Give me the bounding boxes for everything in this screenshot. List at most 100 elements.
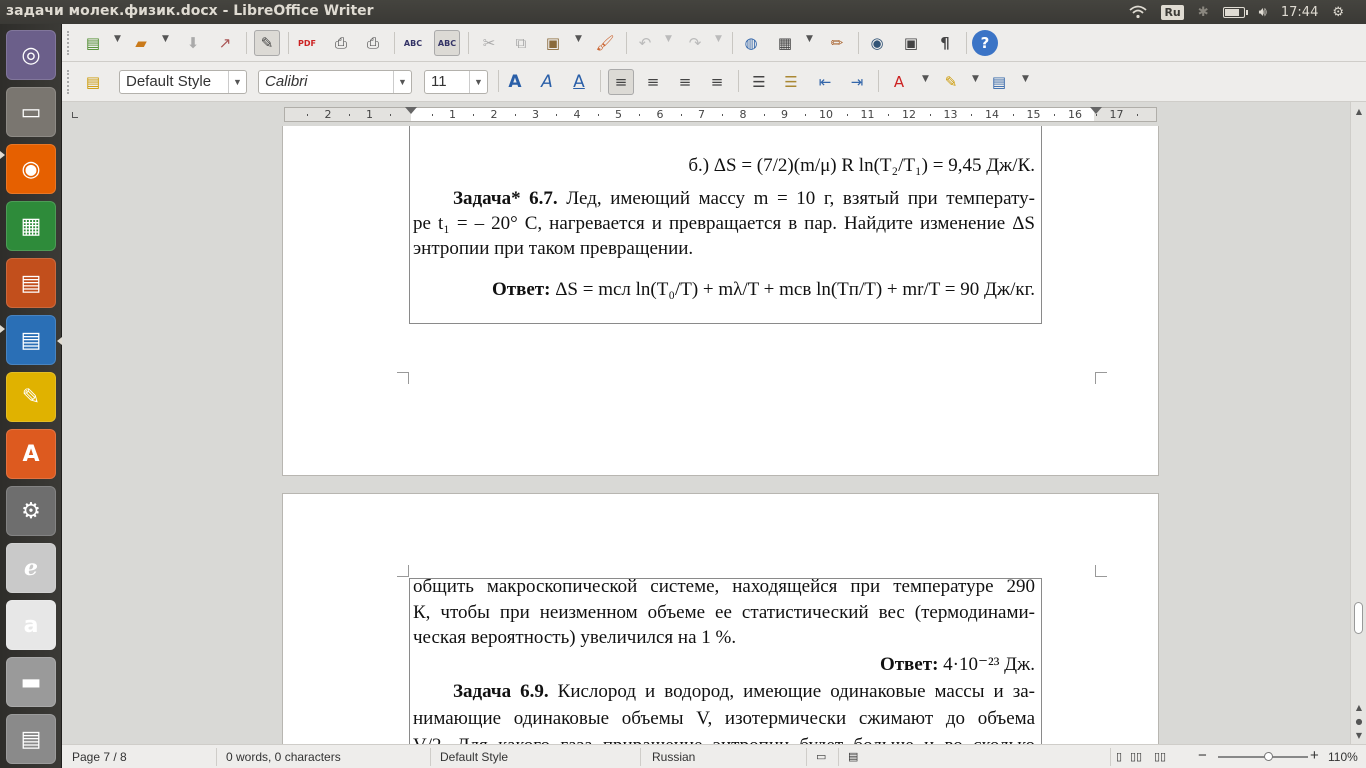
vertical-scrollbar[interactable]: ▲ ▲ ● ▼: [1350, 102, 1366, 744]
zoom-in-icon[interactable]: +: [1310, 747, 1319, 764]
tab-stop-selector[interactable]: [72, 112, 78, 118]
align-left-icon[interactable]: ≡: [608, 69, 634, 95]
spellcheck-icon[interactable]: ABC: [400, 30, 426, 56]
save-icon[interactable]: ⬇: [180, 30, 206, 56]
redo-dropdown-icon[interactable]: ▼: [715, 34, 722, 44]
embedded-scan-image-2[interactable]: общить макроскопической системе, находящ…: [409, 578, 1042, 744]
bluetooth-icon[interactable]: ✱: [1198, 5, 1209, 20]
embedded-scan-image-1[interactable]: б.) ΔS = (7/2)(m/μ) R ln(T₂/T₁) = 9,45 Д…: [409, 126, 1042, 324]
launcher-drive-icon[interactable]: ▬: [6, 657, 56, 707]
export-pdf-icon[interactable]: PDF: [294, 30, 320, 56]
paste-icon[interactable]: ▣: [540, 30, 566, 56]
single-page-view-icon[interactable]: ▯: [1116, 750, 1122, 763]
language[interactable]: Russian: [652, 750, 695, 764]
page-style[interactable]: Default Style: [440, 750, 508, 764]
autospellcheck-icon[interactable]: ABC: [434, 30, 460, 56]
help-icon[interactable]: ?: [972, 30, 998, 56]
justify-icon[interactable]: ≡: [704, 69, 730, 95]
numbering-icon[interactable]: ☰: [746, 69, 772, 95]
copy-icon[interactable]: ⧉: [508, 30, 534, 56]
cut-icon[interactable]: ✂: [476, 30, 502, 56]
zoom-out-icon[interactable]: −: [1198, 747, 1207, 764]
font-color-icon[interactable]: A: [886, 69, 912, 95]
book-view-icon[interactable]: ▯▯: [1154, 750, 1166, 763]
italic-icon[interactable]: A: [534, 69, 560, 95]
align-right-icon[interactable]: ≡: [672, 69, 698, 95]
new-document-icon[interactable]: ▤: [80, 30, 106, 56]
launcher-settings-icon[interactable]: ⚙: [6, 486, 56, 536]
styles-and-formatting-icon[interactable]: ▤: [80, 69, 106, 95]
undo-dropdown-icon[interactable]: ▼: [665, 34, 672, 44]
bullets-icon[interactable]: ☰: [778, 69, 804, 95]
wifi-icon[interactable]: [1129, 5, 1148, 19]
page-indicator[interactable]: Page 7 / 8: [72, 750, 127, 764]
launcher-tweak-icon[interactable]: ✎: [6, 372, 56, 422]
next-page-icon[interactable]: ▼: [1353, 730, 1365, 742]
navigation-icon[interactable]: ●: [1353, 716, 1365, 728]
page-7[interactable]: б.) ΔS = (7/2)(m/μ) R ln(T₂/T₁) = 9,45 Д…: [283, 126, 1158, 475]
toolbar-grip[interactable]: [67, 31, 71, 55]
open-dropdown-icon[interactable]: ▼: [162, 34, 169, 44]
gear-icon[interactable]: ⚙: [1332, 5, 1344, 20]
previous-page-icon[interactable]: ▲: [1353, 702, 1365, 714]
launcher-amazon-icon[interactable]: a: [6, 600, 56, 650]
toolbar-grip[interactable]: [67, 70, 71, 94]
edit-mode-icon[interactable]: ✎: [254, 30, 280, 56]
keyboard-layout-indicator[interactable]: Ru: [1161, 4, 1184, 20]
highlighting-icon[interactable]: ✎: [938, 69, 964, 95]
page-8[interactable]: общить макроскопической системе, находящ…: [283, 494, 1158, 744]
table-icon[interactable]: ▦: [772, 30, 798, 56]
hyperlink-icon[interactable]: ◍: [738, 30, 764, 56]
font-size-combo[interactable]: 11 ▼: [424, 70, 488, 94]
gallery-icon[interactable]: ▣: [898, 30, 924, 56]
scrollbar-thumb[interactable]: [1354, 602, 1363, 634]
chevron-down-icon[interactable]: ▼: [393, 71, 411, 93]
insert-mode-icon[interactable]: ▭: [816, 750, 826, 763]
paste-dropdown-icon[interactable]: ▼: [575, 34, 582, 44]
clone-formatting-icon[interactable]: 🖌: [592, 30, 618, 56]
launcher-dash-icon[interactable]: ◎: [6, 30, 56, 80]
font-name-combo[interactable]: Calibri ▼: [258, 70, 412, 94]
launcher-files-icon[interactable]: ▭: [6, 87, 56, 137]
multi-page-view-icon[interactable]: ▯▯: [1130, 750, 1142, 763]
horizontal-ruler[interactable]: 2 1 1 2 3 4 5 6 7 8 9 10 11 12 13 14 15 16 17: [284, 107, 1157, 122]
launcher-calc-icon[interactable]: ▦: [6, 201, 56, 251]
launcher-software-center-icon[interactable]: A: [6, 429, 56, 479]
background-dropdown-icon[interactable]: ▼: [1022, 74, 1029, 84]
scroll-up-icon[interactable]: ▲: [1353, 106, 1365, 118]
launcher-writer-icon[interactable]: ▤: [6, 315, 56, 365]
navigator-icon[interactable]: ◉: [864, 30, 890, 56]
redo-icon[interactable]: ↷: [682, 30, 708, 56]
print-preview-icon[interactable]: ⎙: [360, 30, 386, 56]
document-view[interactable]: б.) ΔS = (7/2)(m/μ) R ln(T₂/T₁) = 9,45 Д…: [62, 126, 1350, 744]
decrease-indent-icon[interactable]: ⇤: [812, 69, 838, 95]
highlighting-dropdown-icon[interactable]: ▼: [972, 74, 979, 84]
chevron-down-icon[interactable]: ▼: [469, 71, 487, 93]
word-count[interactable]: 0 words, 0 characters: [226, 750, 341, 764]
chevron-down-icon[interactable]: ▼: [228, 71, 246, 93]
launcher-impress-icon[interactable]: ▤: [6, 258, 56, 308]
font-color-dropdown-icon[interactable]: ▼: [922, 74, 929, 84]
zoom-slider-knob[interactable]: [1264, 752, 1273, 761]
new-dropdown-icon[interactable]: ▼: [114, 34, 121, 44]
underline-icon[interactable]: A: [566, 69, 592, 95]
formatting-marks-icon[interactable]: ¶: [932, 30, 958, 56]
background-color-icon[interactable]: ▤: [986, 69, 1012, 95]
battery-icon[interactable]: [1222, 6, 1248, 18]
volume-icon[interactable]: 🔊︎: [1259, 5, 1267, 20]
launcher-trash-icon[interactable]: ▤: [6, 714, 56, 764]
undo-icon[interactable]: ↶: [632, 30, 658, 56]
launcher-reader-icon[interactable]: ℯ: [6, 543, 56, 593]
export-icon[interactable]: ↗: [212, 30, 238, 56]
right-indent-marker[interactable]: [1090, 107, 1102, 114]
print-icon[interactable]: ⎙: [328, 30, 354, 56]
table-dropdown-icon[interactable]: ▼: [806, 34, 813, 44]
document-modified-icon[interactable]: ▤: [848, 750, 858, 763]
left-indent-marker[interactable]: [405, 107, 417, 114]
open-icon[interactable]: ▰: [128, 30, 154, 56]
draw-functions-icon[interactable]: ✏: [824, 30, 850, 56]
paragraph-style-combo[interactable]: Default Style ▼: [119, 70, 247, 94]
launcher-firefox-icon[interactable]: ◉: [6, 144, 56, 194]
increase-indent-icon[interactable]: ⇥: [844, 69, 870, 95]
zoom-level[interactable]: 110%: [1328, 750, 1358, 764]
